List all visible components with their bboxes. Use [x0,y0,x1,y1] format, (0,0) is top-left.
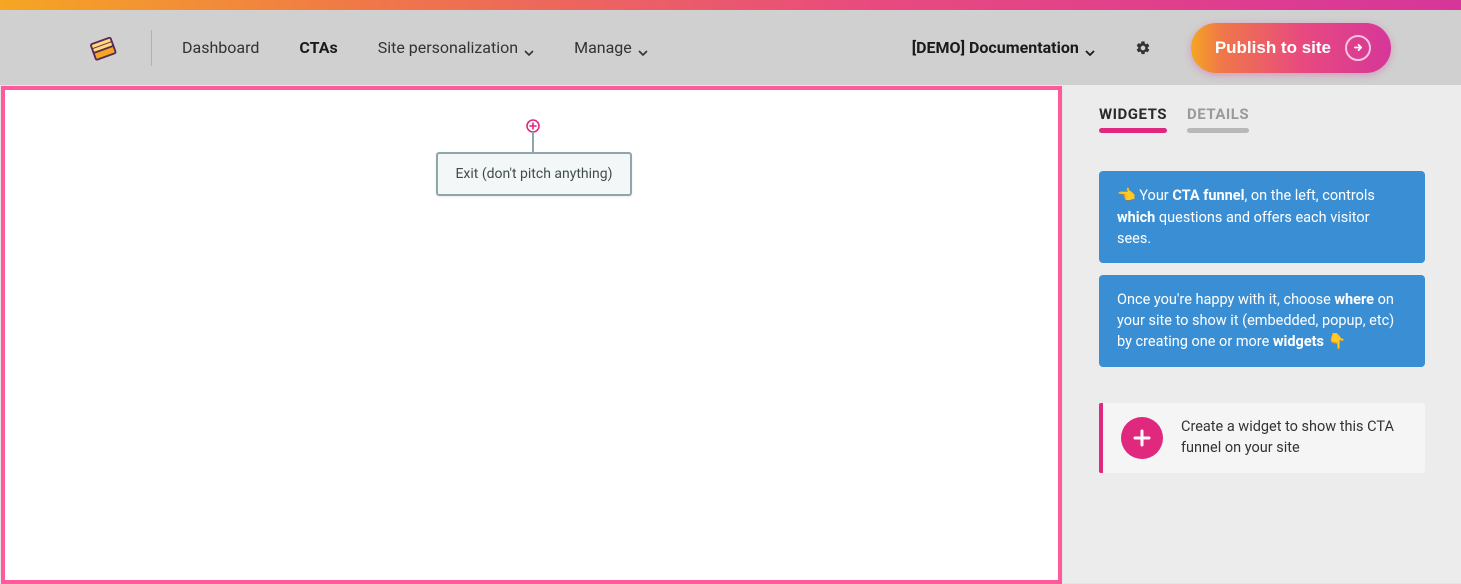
arrow-right-icon [1345,35,1371,61]
funnel-canvas[interactable]: Exit (don't pitch anything) [1,86,1062,584]
info-text-bold: where [1334,291,1374,308]
project-selector-label: [DEMO] Documentation [912,38,1079,57]
top-gradient-bar [0,0,1461,10]
sidebar-tabs: WIDGETS DETAILS [1099,105,1425,131]
sidebar: WIDGETS DETAILS 👈 Your CTA funnel, on th… [1063,85,1461,583]
info-text: questions and offers each visitor sees. [1117,209,1370,247]
point-down-icon: 👇 [1328,332,1347,350]
info-text-bold: CTA funnel [1172,187,1244,204]
publish-button[interactable]: Publish to site [1191,23,1391,73]
header-divider [151,30,152,66]
topbar-right: [DEMO] Documentation Publish to site [912,23,1391,73]
canvas-wrapper: Exit (don't pitch anything) [0,85,1063,583]
nav-manage[interactable]: Manage [574,38,648,57]
tab-details[interactable]: DETAILS [1187,105,1249,131]
add-node-button[interactable] [526,118,540,132]
chevron-down-icon [638,43,648,53]
chevron-down-icon [1085,43,1095,53]
publish-button-label: Publish to site [1215,38,1331,58]
info-text-bold: which [1117,209,1155,226]
info-text: , on the left, controls [1244,187,1374,204]
topbar: Dashboard CTAs Site personalization Mana… [0,10,1461,85]
nav-dashboard[interactable]: Dashboard [182,38,259,57]
info-text: Your [1139,187,1168,204]
create-widget-label: Create a widget to show this CTA funnel … [1181,417,1407,458]
info-card-funnel: 👈 Your CTA funnel, on the left, controls… [1099,171,1425,263]
funnel-exit-node[interactable]: Exit (don't pitch anything) [436,152,632,196]
create-widget-button[interactable]: Create a widget to show this CTA funnel … [1099,403,1425,473]
content: Exit (don't pitch anything) WIDGETS DETA… [0,85,1461,583]
project-selector[interactable]: [DEMO] Documentation [912,38,1095,57]
info-text-bold: widgets [1273,333,1324,350]
info-card-where: Once you're happy with it, choose where … [1099,275,1425,367]
nav-manage-label: Manage [574,38,632,57]
info-text: Once you're happy with it, choose [1117,291,1331,308]
gear-icon[interactable] [1135,40,1151,56]
tab-widgets[interactable]: WIDGETS [1099,105,1167,131]
plus-icon [1121,417,1163,459]
node-connector [532,132,534,152]
logo[interactable] [85,30,121,66]
funnel-node-label: Exit (don't pitch anything) [455,166,612,182]
main-nav: Dashboard CTAs Site personalization Mana… [182,38,648,57]
point-left-icon: 👈 [1117,186,1136,204]
chevron-down-icon [524,43,534,53]
nav-ctas[interactable]: CTAs [299,38,337,57]
nav-site-personalization[interactable]: Site personalization [378,38,534,57]
nav-site-personalization-label: Site personalization [378,38,518,57]
